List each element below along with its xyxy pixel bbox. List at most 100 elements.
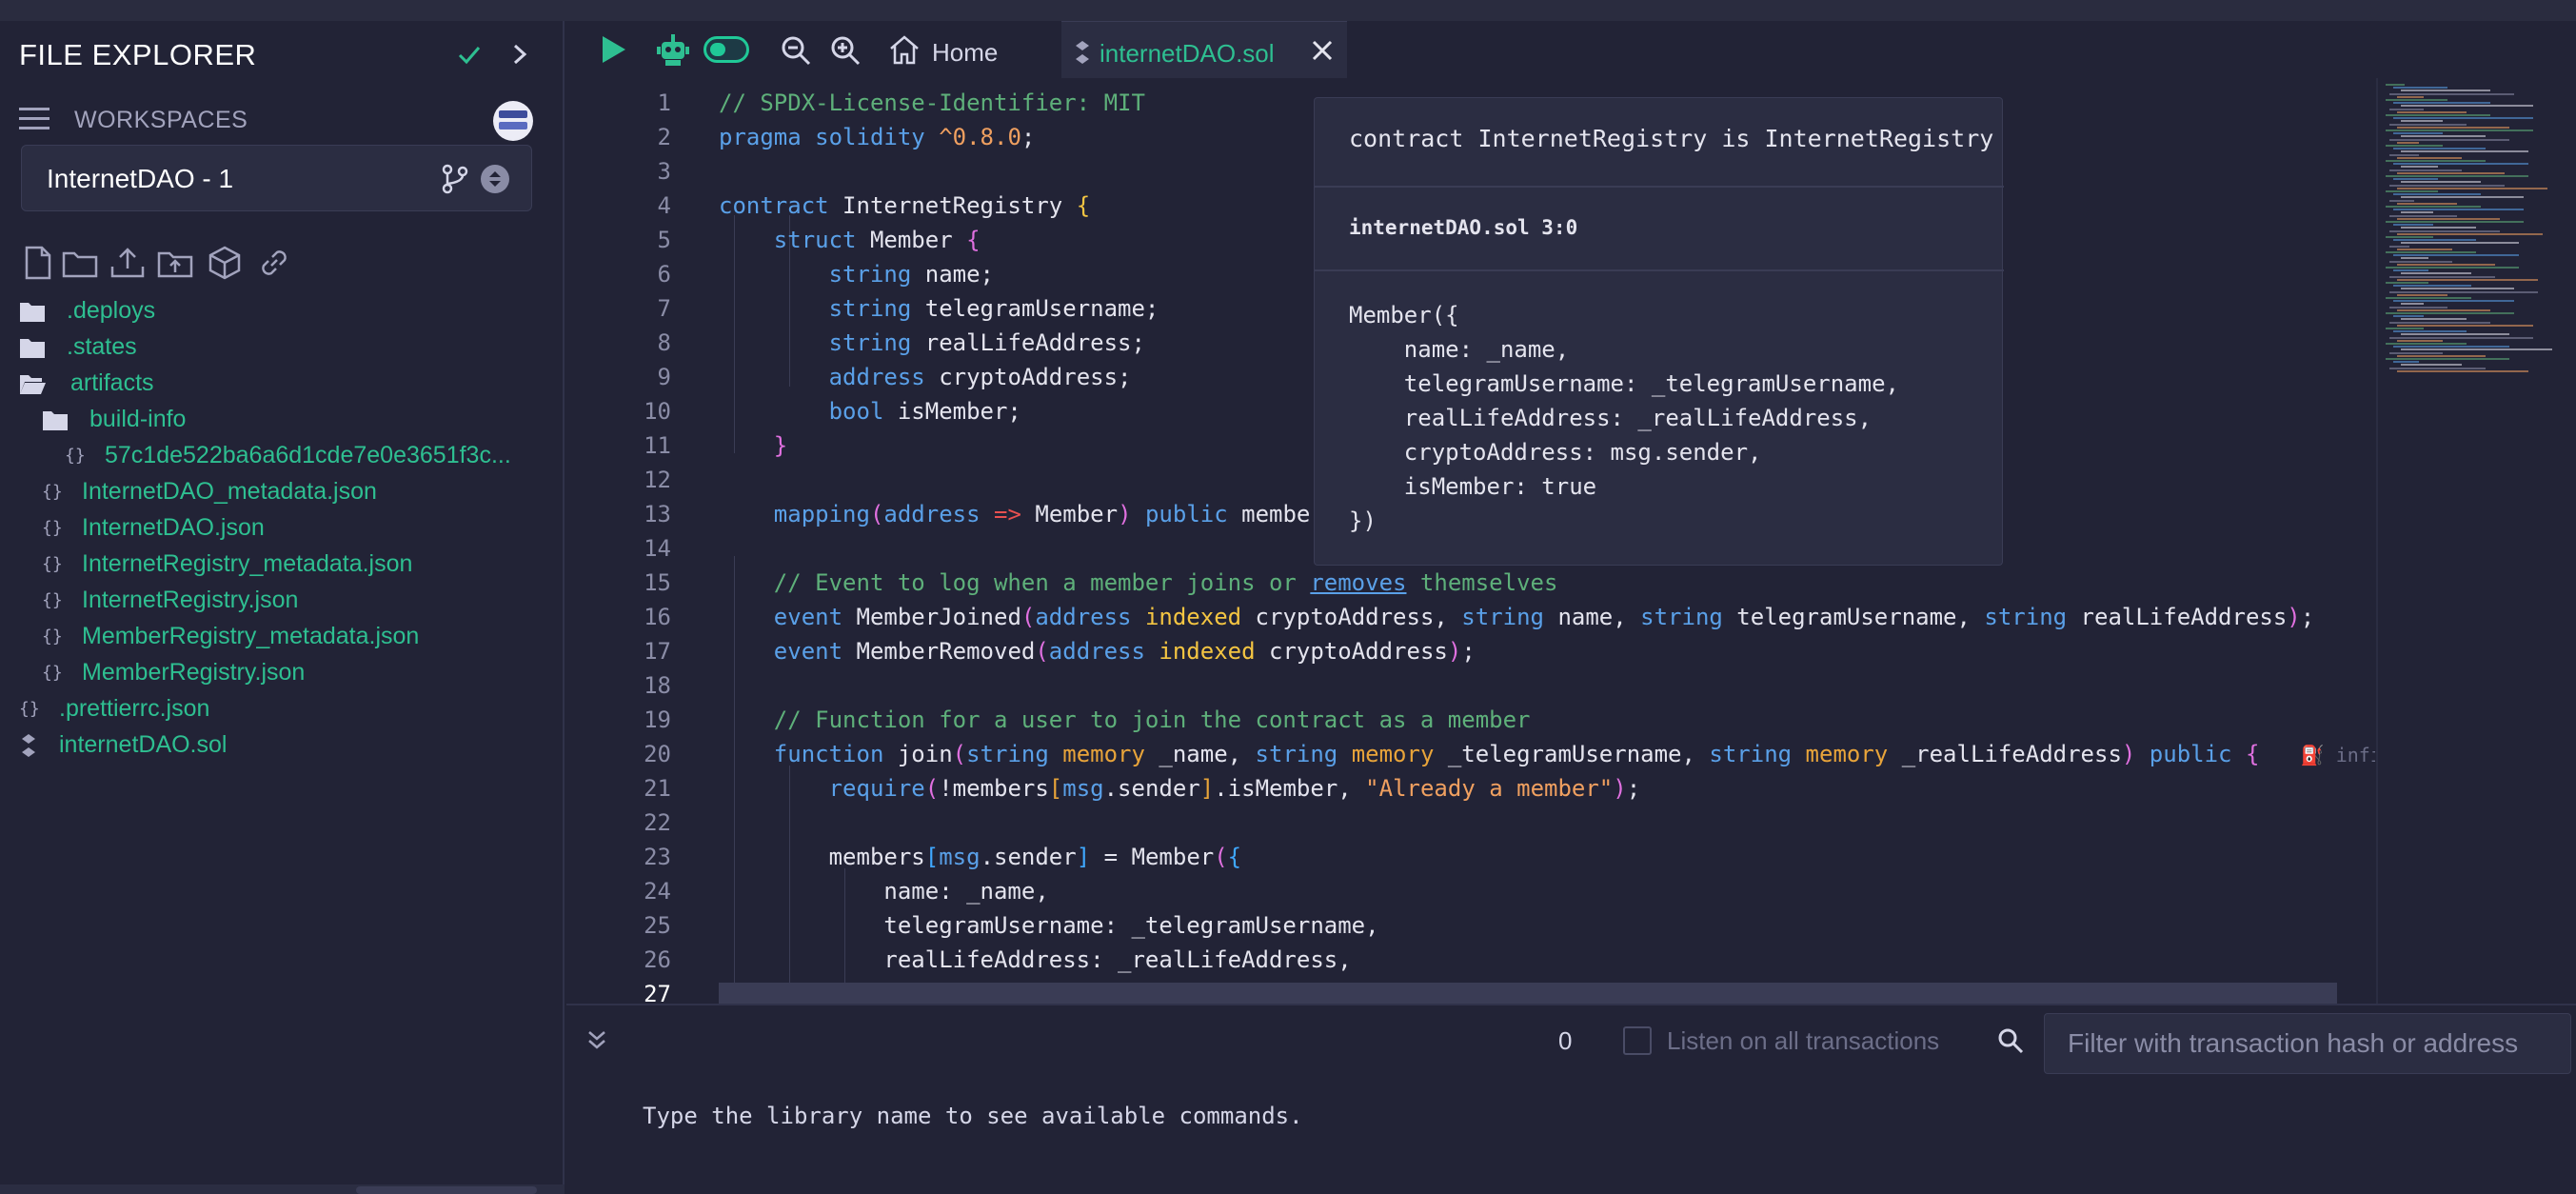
minimap-line [2386,160,2486,162]
minimap-line [2386,129,2533,131]
minimap-line [2386,84,2405,86]
minimap[interactable] [2376,78,2576,1004]
minimap-line [2401,272,2471,275]
minimap-line [2389,153,2419,156]
line-number: 23 [644,844,671,870]
minimap-line [2397,232,2543,235]
upload-file-icon[interactable] [109,244,147,282]
file-actions-toolbar [19,244,400,282]
code-line: require(!members[msg.sender].isMember, "… [828,775,1641,802]
tab-internetdao-sol[interactable]: internetDAO.sol [1061,21,1347,78]
tree-item-label: MemberRegistry.json [82,659,306,686]
new-file-icon[interactable] [19,244,57,282]
horizontal-scrollbar[interactable] [719,983,2242,1004]
line-number: 12 [644,467,671,493]
minimap-line [2386,328,2424,329]
close-icon[interactable] [1309,37,1336,64]
line-number: 7 [657,295,671,322]
minimap-line [2401,318,2467,321]
minimap-line [2401,181,2481,184]
workspace-select[interactable]: InternetDAO - 1 [21,145,532,211]
tree-item-label: .states [67,333,137,360]
minimap-line [2397,293,2447,296]
json-file-icon: {} [42,518,63,538]
link-icon[interactable] [255,244,293,282]
terminal-message: Type the library name to see available c… [643,1103,1303,1129]
search-icon [1998,1028,2024,1054]
minimap-line [2386,312,2514,314]
minimap-line [2393,102,2490,105]
hamburger-menu-icon[interactable] [19,105,50,133]
minimap-line [2397,278,2538,281]
minimap-line [2393,163,2528,166]
listen-label: Listen on all transactions [1667,1026,1940,1055]
tab-home[interactable]: Home [888,21,1012,78]
code-line: } [773,432,788,459]
panel-title: FILE EXPLORER [19,38,257,71]
user-avatar[interactable] [493,101,533,141]
minimap-line [2397,156,2462,159]
code-line: pragma solidity ^0.8.0; [719,124,1036,150]
select-arrows-icon[interactable] [481,165,509,193]
upload-folder-icon[interactable] [156,244,194,282]
workspaces-label: WORKSPACES [74,107,248,133]
minimap-line [2397,171,2505,174]
json-file-icon: {} [42,663,63,683]
zoom-out-icon[interactable] [780,34,812,67]
sidebar-scrollbar[interactable] [0,1184,565,1194]
divider [1315,186,2004,188]
robot-icon[interactable] [654,30,692,69]
minimap-line [2401,105,2533,108]
minimap-line [2386,114,2490,116]
package-icon[interactable] [206,244,244,282]
json-file-icon: {} [42,554,63,574]
minimap-line [2386,145,2443,147]
hover-body: Member({ name: _name, telegramUsername: … [1349,302,1899,534]
minimap-line [2386,206,2481,208]
tree-item-label: InternetRegistry_metadata.json [82,550,413,577]
code-line: event MemberRemoved(address indexed cryp… [773,638,1476,665]
minimap-line [2401,120,2443,123]
line-number: 14 [644,535,671,562]
minimap-line [2401,303,2424,306]
listen-checkbox[interactable] [1623,1026,1652,1055]
minimap-line [2389,275,2495,278]
transaction-count: 0 [1558,1026,1573,1055]
minimap-line [2397,141,2419,144]
line-number: 15 [644,569,671,596]
minimap-line [2401,166,2438,169]
new-folder-icon[interactable] [61,244,99,282]
git-branch-icon[interactable] [439,163,471,195]
zoom-in-icon[interactable] [829,34,862,67]
folder-icon [20,339,45,358]
tree-item-label: artifacts [70,369,154,396]
minimap-line [2397,126,2509,129]
code-line: mapping(address => Member) public member… [773,501,1352,527]
minimap-line [2386,236,2433,238]
minimap-line [2393,239,2476,242]
code-line: string name; [828,261,994,288]
tree-item-label: .prettierrc.json [59,695,210,722]
minimap-line [2386,175,2528,177]
line-number: 3 [657,158,671,185]
minimap-line [2386,251,2476,253]
run-icon[interactable] [597,32,629,67]
minimap-line [2393,285,2471,288]
line-number: 26 [644,946,671,973]
minimap-line [2389,260,2452,263]
chevron-right-icon[interactable] [508,40,531,69]
terminal-output[interactable]: Type the library name to see available c… [566,1076,2576,1194]
line-number: 6 [657,261,671,288]
hover-location: internetDAO.sol 3:0 [1349,216,1578,239]
filter-input[interactable] [2045,1014,2570,1073]
minimap-line [2401,196,2524,199]
toggle-switch[interactable] [703,36,749,63]
minimap-line [2401,135,2486,138]
line-number: 27 [644,981,671,1004]
tree-item-label: internetDAO.sol [59,731,228,758]
check-icon[interactable] [455,40,484,69]
minimap-line [2386,358,2509,360]
minimap-line [2389,245,2409,248]
code-line: address cryptoAddress; [828,364,1132,390]
collapse-icon[interactable] [584,1026,610,1053]
